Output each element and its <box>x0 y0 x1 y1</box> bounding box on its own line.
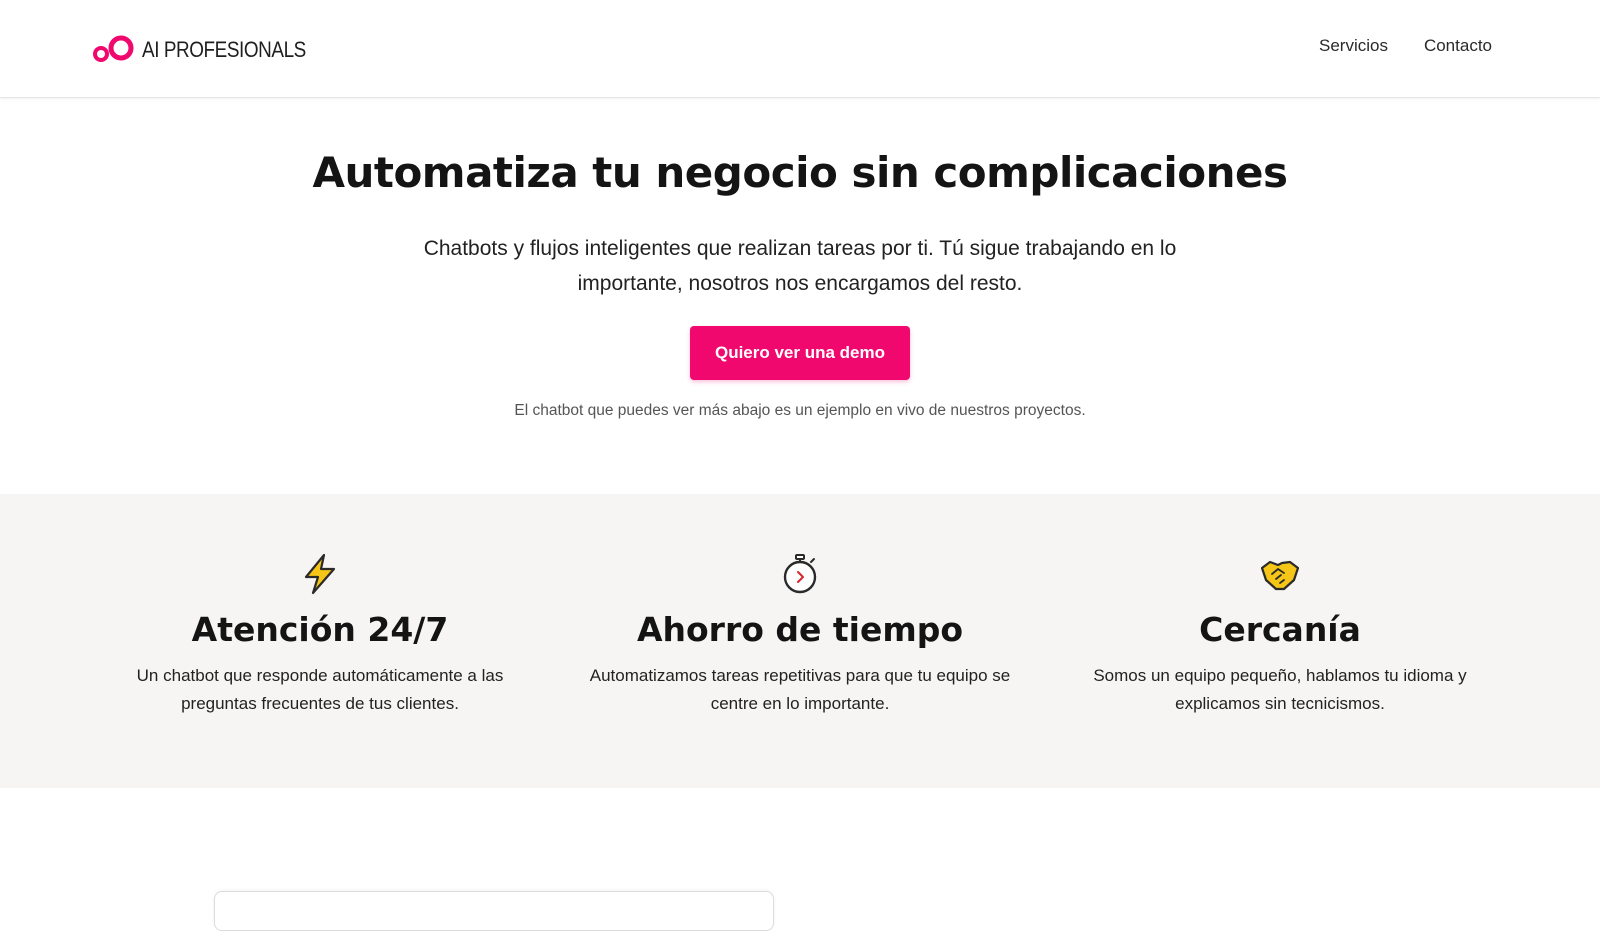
chatbot-card-partial <box>214 891 774 931</box>
brand-name: AI PROFESIONALS <box>142 37 306 62</box>
feature-text: Automatizamos tareas repetitivas para qu… <box>589 666 1011 713</box>
demo-button[interactable]: Quiero ver una demo <box>690 326 910 380</box>
features-section: Atención 24/7 Un chatbot que responde au… <box>0 494 1600 788</box>
hero-note: El chatbot que puedes ver más abajo es u… <box>514 402 1086 419</box>
nav-item-contacto[interactable]: Contacto <box>1424 36 1492 56</box>
hero-subtitle: Chatbots y flujos inteligentes que reali… <box>423 237 1177 295</box>
hero-section: Automatiza tu negocio sin complicaciones… <box>0 98 1600 494</box>
nav-item-servicios[interactable]: Servicios <box>1319 36 1388 56</box>
feature-text: Un chatbot que responde automáticamente … <box>136 666 504 713</box>
logo-icon <box>93 35 134 62</box>
main-nav: Servicios Contacto <box>1319 36 1492 56</box>
handshake-icon <box>1258 552 1302 596</box>
feature-text: Somos un equipo pequeño, hablamos tu idi… <box>1093 666 1467 713</box>
feature-title: Atención 24/7 <box>191 610 449 649</box>
feature-title: Ahorro de tiempo <box>636 610 964 649</box>
feature-title: Cercanía <box>1199 610 1361 649</box>
lightning-icon <box>298 552 342 596</box>
brand-logo[interactable]: AI PROFESIONALS <box>92 34 333 66</box>
hero-title: Automatiza tu negocio sin complicaciones <box>312 148 1288 197</box>
stopwatch-icon <box>778 552 822 596</box>
site-header: AI PROFESIONALS Servicios Contacto <box>0 0 1600 98</box>
